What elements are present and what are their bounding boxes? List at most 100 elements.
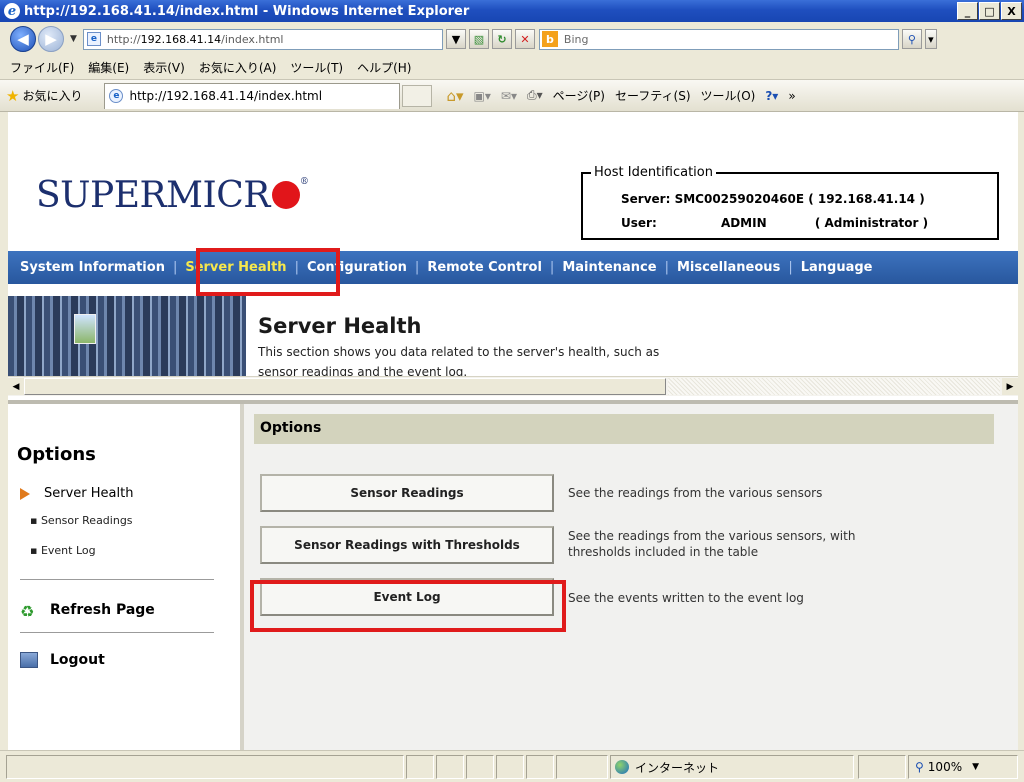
- logout-icon: [20, 652, 38, 668]
- server-room-image: [8, 296, 246, 379]
- sensor-readings-button[interactable]: Sensor Readings: [260, 474, 554, 512]
- banner-description: This section shows you data related to t…: [258, 342, 818, 379]
- search-icon[interactable]: ⚲: [901, 29, 922, 49]
- logout-button[interactable]: Logout: [20, 652, 105, 668]
- server-row: Server: SMC00259020460E ( 192.168.41.14 …: [621, 192, 925, 206]
- sensor-readings-thresholds-description: See the readings from the various sensor…: [568, 528, 988, 560]
- tab-ie-icon: e: [109, 89, 124, 103]
- zoom-dropdown-icon: ▼: [972, 762, 980, 772]
- mail-icon[interactable]: ✉▾: [501, 89, 517, 103]
- user-label: User:: [621, 216, 657, 230]
- search-input[interactable]: b Bing: [538, 28, 899, 50]
- event-log-desc-line1: See the events written to the event log: [568, 591, 804, 605]
- tab-title: http://192.168.41.14/index.html: [129, 89, 323, 103]
- arrow-right-icon: [20, 487, 30, 500]
- stop-icon[interactable]: ✕: [514, 29, 535, 49]
- menu-tools[interactable]: ツール(T): [290, 59, 343, 76]
- sidebar-divider: [20, 579, 214, 580]
- window-title: http://192.168.41.14/index.html - Window…: [24, 3, 470, 19]
- event-log-description: See the events written to the event log: [568, 590, 988, 606]
- horizontal-scrollbar[interactable]: ◀ ▶: [8, 376, 1018, 396]
- toolbar-overflow[interactable]: »: [788, 89, 795, 103]
- host-identification: Host Identification Server: SMC002590204…: [581, 165, 999, 240]
- nav-maintenance[interactable]: Maintenance: [554, 260, 664, 275]
- security-zone[interactable]: インターネット: [610, 755, 854, 779]
- user-value: ADMIN: [720, 216, 767, 230]
- sensor-readings-desc-line1: See the readings from the various sensor…: [568, 486, 823, 500]
- window-controls: _ □ X: [957, 2, 1022, 20]
- zoom-level-value: 100%: [927, 760, 963, 774]
- address-input[interactable]: e http://192.168.41.14/index.html: [82, 28, 443, 50]
- internet-globe-icon: [615, 760, 629, 774]
- favorites-star-icon[interactable]: ★: [6, 87, 19, 105]
- favorites-bar: ★ お気に入り e http://192.168.41.14/index.htm…: [0, 80, 1024, 112]
- command-page[interactable]: ページ(P): [553, 87, 605, 104]
- banner-title: Server Health: [258, 314, 422, 338]
- menu-file[interactable]: ファイル(F): [10, 59, 74, 76]
- web-page: SUPERMICR ® Host Identification Server: S…: [8, 112, 1018, 750]
- thresholds-desc-line1: See the readings from the various sensor…: [568, 529, 856, 543]
- page-icon: e: [86, 32, 101, 46]
- menu-view[interactable]: 表示(V): [143, 59, 185, 76]
- status-cell: [526, 755, 554, 779]
- print-icon[interactable]: ⎙▾: [527, 88, 543, 103]
- minimize-button[interactable]: _: [957, 2, 978, 20]
- back-button[interactable]: ◀: [10, 26, 36, 52]
- scroll-thumb[interactable]: [24, 378, 666, 395]
- sidebar-divider: [20, 632, 214, 633]
- supermicro-logo: SUPERMICR ®: [36, 178, 309, 214]
- refresh-icon[interactable]: ↻: [491, 29, 512, 49]
- server-value: SMC00259020460E ( 192.168.41.14 ): [674, 192, 925, 206]
- command-bar: ⌂▾ ▣▾ ✉▾ ⎙▾ ページ(P) セーフティ(S) ツール(O) ?▾ »: [446, 87, 795, 105]
- status-cell: [496, 755, 524, 779]
- maximize-button[interactable]: □: [979, 2, 1000, 20]
- tab-current[interactable]: e http://192.168.41.14/index.html: [104, 82, 401, 109]
- sidebar-event-log-label: Event Log: [40, 544, 96, 557]
- thresholds-desc-line2: thresholds included in the table: [568, 545, 759, 559]
- status-cell: [436, 755, 464, 779]
- zoom-level-control[interactable]: ⚲ 100% ▼: [908, 755, 1018, 779]
- command-safety[interactable]: セーフティ(S): [615, 87, 691, 104]
- forward-button[interactable]: ▶: [38, 26, 64, 52]
- logout-label: Logout: [50, 652, 105, 668]
- status-cell: [466, 755, 494, 779]
- menu-help[interactable]: ヘルプ(H): [357, 59, 411, 76]
- options-content: Options Sensor Readings See the readings…: [244, 404, 1018, 750]
- compatibility-view-icon[interactable]: ▧: [468, 29, 489, 49]
- main-navigation: System Information | Server Health | Con…: [8, 251, 1018, 284]
- home-icon[interactable]: ⌂▾: [446, 87, 463, 105]
- nav-language[interactable]: Language: [793, 260, 881, 275]
- sidebar-item-sensor-readings[interactable]: ▪ Sensor Readings: [30, 514, 133, 527]
- nav-system-information[interactable]: System Information: [8, 260, 173, 275]
- new-tab-button[interactable]: [402, 84, 433, 107]
- close-button[interactable]: X: [1001, 2, 1022, 20]
- nav-remote-control[interactable]: Remote Control: [419, 260, 550, 275]
- user-row: User: ADMIN ( Administrator ): [621, 216, 928, 230]
- sidebar-item-server-health[interactable]: Server Health: [20, 486, 133, 501]
- address-dropdown-icon[interactable]: ▼: [445, 29, 466, 49]
- sidebar-sensor-readings-label: Sensor Readings: [40, 514, 133, 527]
- help-icon[interactable]: ?▾: [765, 89, 778, 103]
- refresh-page-button[interactable]: ♻ Refresh Page: [20, 602, 155, 621]
- protected-mode-icon[interactable]: [858, 755, 906, 779]
- sensor-readings-thresholds-button[interactable]: Sensor Readings with Thresholds: [260, 526, 554, 564]
- feeds-icon[interactable]: ▣▾: [474, 89, 491, 103]
- ie-logo-icon: e: [4, 3, 20, 19]
- sidebar-section-label: Server Health: [44, 486, 134, 501]
- banner-description-line1: This section shows you data related to t…: [258, 345, 660, 359]
- scroll-left-arrow[interactable]: ◀: [8, 378, 24, 395]
- scroll-right-arrow[interactable]: ▶: [1002, 378, 1018, 395]
- scroll-track[interactable]: [668, 378, 1000, 395]
- menu-edit[interactable]: 編集(E): [88, 59, 129, 76]
- nav-miscellaneous[interactable]: Miscellaneous: [669, 260, 788, 275]
- search-options-icon[interactable]: ▾: [924, 29, 937, 49]
- search-placeholder: Bing: [563, 32, 589, 46]
- menu-favorites[interactable]: お気に入り(A): [199, 59, 277, 76]
- sidebar-item-event-log[interactable]: ▪ Event Log: [30, 544, 96, 557]
- address-toolbar: ◀ ▶ ▼ e http://192.168.41.14/index.html …: [0, 22, 1024, 56]
- history-dropdown-icon[interactable]: ▼: [70, 34, 77, 44]
- options-header: Options: [254, 414, 994, 444]
- favorites-button[interactable]: お気に入り: [22, 87, 82, 104]
- url-prefix: http://: [106, 32, 141, 46]
- command-tools[interactable]: ツール(O): [701, 87, 756, 104]
